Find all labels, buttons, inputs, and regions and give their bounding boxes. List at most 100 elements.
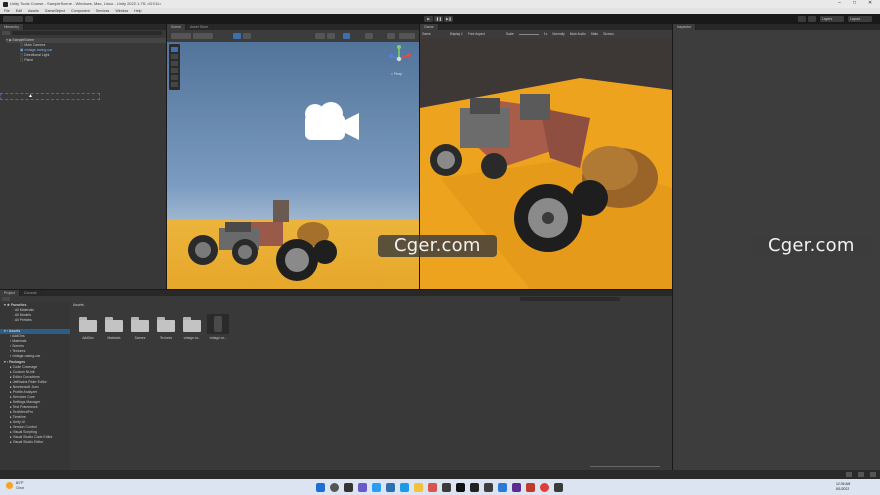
tab-console[interactable]: Console: [19, 290, 42, 296]
tab-project[interactable]: Project: [0, 290, 20, 296]
mute-audio-toggle[interactable]: Mute Audio: [570, 32, 586, 36]
2d-toggle[interactable]: [327, 33, 335, 39]
app-icon[interactable]: [428, 483, 437, 492]
progress-icon[interactable]: [846, 472, 852, 477]
drop-indicator: [0, 93, 100, 100]
chat-icon[interactable]: [358, 483, 367, 492]
search-icon[interactable]: [808, 16, 816, 22]
asset-label: Materials: [107, 336, 121, 340]
perspective-label[interactable]: < Persp: [391, 72, 402, 76]
snap-toggle[interactable]: [243, 33, 251, 39]
folder-icon[interactable]: [157, 317, 175, 332]
layers-dropdown[interactable]: Layers: [820, 16, 844, 22]
maximize-button[interactable]: □: [853, 0, 856, 6]
app-icon[interactable]: [400, 483, 409, 492]
folder-icon[interactable]: [131, 317, 149, 332]
package-item[interactable]: ▸ Visual Studio Editor: [10, 440, 43, 445]
scale-value: 1x: [543, 32, 548, 36]
lighting-toggle[interactable]: [343, 33, 350, 39]
settings-icon[interactable]: [870, 472, 876, 477]
zoom-slider[interactable]: [590, 466, 660, 467]
game-mode-dropdown[interactable]: Game: [422, 32, 431, 36]
car-model-scene[interactable]: [185, 192, 345, 282]
task-view-icon[interactable]: [344, 483, 353, 492]
layout-dropdown[interactable]: Layout: [848, 16, 872, 22]
weather-icon[interactable]: [6, 482, 13, 489]
draw-mode-dropdown[interactable]: [315, 33, 325, 39]
grid-toggle[interactable]: [233, 33, 241, 39]
title-bar: Unity Tools Course - SampleScene - Windo…: [0, 0, 880, 8]
status-bar: [0, 470, 880, 479]
favorite-item[interactable]: ◌ All Prefabs: [12, 318, 32, 323]
edge-icon[interactable]: [372, 483, 381, 492]
account-dropdown[interactable]: [3, 16, 23, 22]
create-button[interactable]: [2, 297, 10, 301]
model-thumbnail-icon[interactable]: [207, 314, 229, 334]
scale-slider[interactable]: [518, 33, 539, 35]
folder-icon[interactable]: [79, 317, 97, 332]
tab-inspector[interactable]: Inspector: [673, 24, 697, 30]
app-icon[interactable]: [526, 483, 535, 492]
asset-label: AddOns: [82, 336, 94, 340]
camera-settings-icon[interactable]: [387, 33, 395, 39]
add-button[interactable]: [2, 31, 10, 35]
app-icon[interactable]: [554, 483, 563, 492]
project-panel: Project Console ▾ ★ Favorites ◌ All Mate…: [0, 290, 672, 470]
hierarchy-tabbar: Hierarchy: [0, 24, 166, 30]
scale-tool-icon[interactable]: [171, 68, 178, 73]
history-icon[interactable]: [798, 16, 806, 22]
hand-tool-icon[interactable]: [171, 47, 178, 52]
search-icon[interactable]: [330, 483, 339, 492]
step-button[interactable]: ▶❚: [444, 16, 453, 22]
breadcrumb[interactable]: Assets: [73, 303, 84, 307]
app-icon[interactable]: [470, 483, 479, 492]
asset-label: Scenes: [134, 336, 146, 340]
visual-studio-icon[interactable]: [512, 483, 521, 492]
folder-icon[interactable]: [183, 317, 201, 332]
pause-button[interactable]: ❚❚: [434, 16, 443, 22]
close-button[interactable]: ✕: [868, 0, 872, 6]
weather-temp: 81°F: [16, 481, 24, 485]
hierarchy-panel: Hierarchy ▾ ◈ SampleScene ▢ Main Camera …: [0, 24, 166, 289]
project-search-input[interactable]: [520, 297, 620, 301]
tray-date[interactable]: 8/1/2022: [836, 487, 849, 491]
debug-icon[interactable]: [858, 472, 864, 477]
camera-gizmo-icon[interactable]: [301, 100, 363, 144]
move-tool-icon[interactable]: [171, 54, 178, 59]
rect-tool-icon[interactable]: [171, 75, 178, 80]
cloud-icon[interactable]: [25, 16, 33, 22]
project-tabbar: Project Console: [0, 290, 672, 296]
play-mode-dropdown[interactable]: Normally: [552, 32, 565, 36]
app-icon[interactable]: [386, 483, 395, 492]
gizmos-toggle[interactable]: Gizmos: [603, 32, 614, 36]
unity-icon[interactable]: [456, 483, 465, 492]
folder-item[interactable]: ▪ vintage-racing-car: [10, 354, 40, 359]
asset-label: Textures: [159, 336, 173, 340]
gizmos-dropdown[interactable]: [399, 33, 415, 39]
app-icon[interactable]: [498, 483, 507, 492]
watermark: Cger.com: [752, 235, 871, 257]
app-icon[interactable]: [442, 483, 451, 492]
chrome-icon[interactable]: [540, 483, 549, 492]
pivot-dropdown[interactable]: [171, 33, 191, 39]
stats-toggle[interactable]: Stats: [591, 32, 598, 36]
main-toolbar: ▶ ❚❚ ▶❚ Layers Layout: [0, 14, 880, 24]
effects-dropdown[interactable]: [365, 33, 373, 39]
global-dropdown[interactable]: [193, 33, 213, 39]
start-icon[interactable]: [316, 483, 325, 492]
tray-time[interactable]: 12:35 AM: [836, 482, 850, 486]
hierarchy-item[interactable]: ▢ Plane: [20, 58, 33, 63]
rotate-tool-icon[interactable]: [171, 61, 178, 66]
asset-label: vintage-ra...: [183, 336, 201, 340]
hierarchy-search-input[interactable]: [12, 31, 162, 35]
transform-tool-icon[interactable]: [171, 82, 178, 87]
orientation-gizmo-icon[interactable]: [387, 45, 415, 75]
file-explorer-icon[interactable]: [414, 483, 423, 492]
tab-hierarchy[interactable]: Hierarchy: [0, 24, 24, 30]
display-dropdown[interactable]: Display 1: [450, 32, 463, 36]
folder-icon[interactable]: [105, 317, 123, 332]
app-icon[interactable]: [484, 483, 493, 492]
play-button[interactable]: ▶: [424, 16, 433, 22]
aspect-dropdown[interactable]: Free Aspect: [468, 32, 485, 36]
minimize-button[interactable]: –: [838, 0, 841, 6]
